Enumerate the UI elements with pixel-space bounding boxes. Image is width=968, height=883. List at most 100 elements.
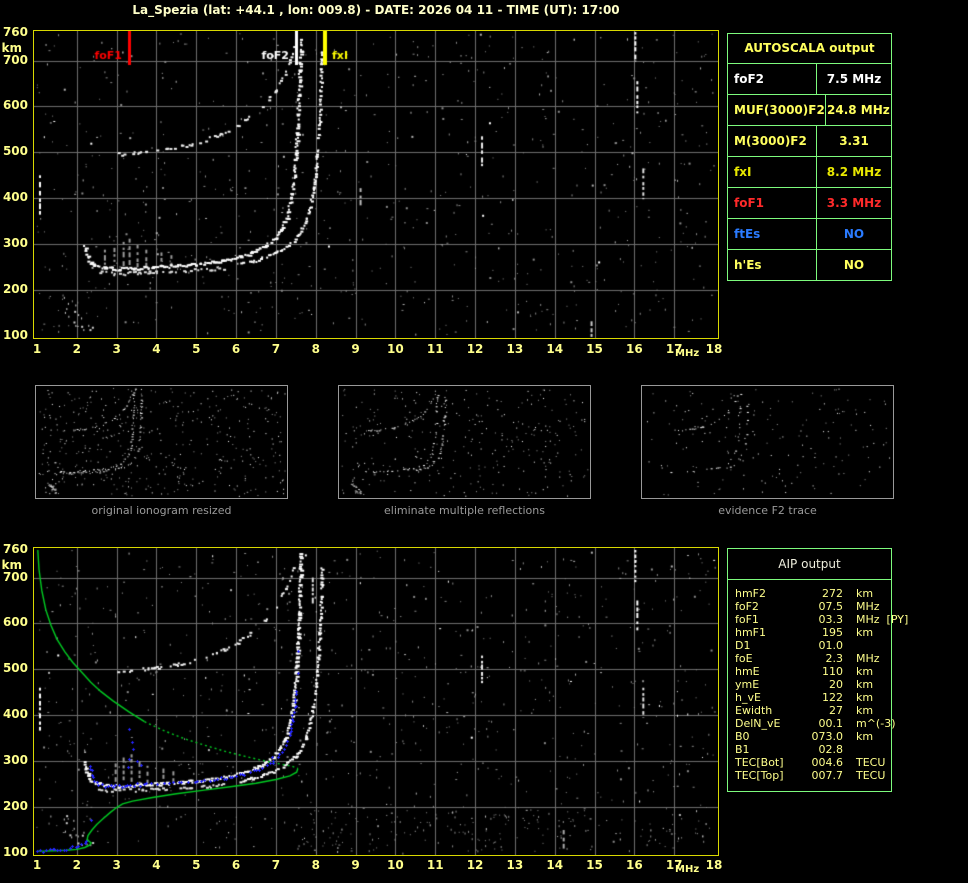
aip-param-value: 122 [822,691,843,704]
panel-evidence-f2 [641,385,894,499]
aip-param-unit: TECU [856,756,886,769]
x-tick-label: 7 [271,858,281,872]
aip-param-value: 004.6 [811,756,844,769]
panel-caption-eliminate: eliminate multiple reflections [384,504,545,517]
station-title: La_Spezia (lat: +44.1 , lon: 009.8) - DA… [132,3,620,17]
x-tick-label: 2 [72,858,81,872]
autoscala-row: MUF(3000)F2 24.8 MHz [728,95,891,126]
autoscala-param-value: 3.31 [839,134,869,148]
aip-param-label: TEC[Top] [735,769,784,782]
y-tick-label: 500 [2,661,28,676]
autoscala-row: foF2 7.5 MHz [728,64,891,95]
aip-param-value: 110 [822,665,843,678]
aip-table-title: AIP output [728,549,891,580]
y-tick-label: 100 [2,845,28,859]
bottom-plot-y-axis: 760 700 600 500 400 300 200 100 km [0,543,31,867]
y-tick-label: 200 [2,799,28,814]
x-tick-label: 5 [192,342,201,356]
aip-row: hmE 110 km [735,665,891,678]
x-tick-label: 11 [426,858,444,872]
aip-param-value: 073.0 [811,730,844,743]
aip-param-unit: km [856,665,874,678]
aip-row: ymE 20 km [735,678,891,691]
aip-param-unit: MHz [856,652,880,665]
aip-row: B0 073.0 km [735,730,891,743]
autoscala-param-label: foF1 [728,188,817,218]
y-tick-label: 300 [2,753,28,768]
autoscala-row: ftEs NO [728,219,891,250]
bottom-plot-x-axis: 1 2 3 4 5 6 7 8 9 10 11 12 13 14 15 16 17 18 MHz [33,858,723,876]
panel-evidence-canvas [642,386,893,498]
y-tick-label: 300 [2,236,28,251]
x-tick-label: 16 [625,858,643,872]
aip-row: TEC[Top] 007.7 TECU [735,769,891,782]
x-tick-label: 5 [192,858,201,872]
aip-param-label: DelN_vE [735,717,781,730]
aip-table-body: hmF2 272 km foF2 07.5 MHz foF1 03.3 MHz [PY] hmF1 1… [728,580,908,791]
aip-param-label: Ewidth [735,704,773,717]
aip-row: foF2 07.5 MHz [735,600,891,613]
x-tick-label: 6 [231,858,241,872]
autoscala-row: M(3000)F2 3.31 [728,126,891,157]
aip-param-unit: km [856,587,874,600]
autoscala-param-label: foF2 [728,64,817,94]
x-tick-label: 14 [546,858,564,872]
panel-caption-original: original ionogram resized [91,504,232,517]
aip-param-value: 195 [822,626,843,639]
aip-param-label: TEC[Bot] [735,756,784,769]
autoscala-param-value: 3.3 MHz [826,196,882,210]
autoscala-param-value: NO [843,258,865,272]
autoscaled-ionogram-plot [33,30,719,339]
aip-row: foF1 03.3 MHz [PY] [735,613,908,626]
aip-param-unit: km [856,691,874,704]
y-tick-label: 400 [2,707,28,722]
aip-param-value: 20 [829,678,843,691]
y-tick-label: 700 [2,52,28,67]
aip-row: h_vE 122 km [735,691,891,704]
y-tick-label: 600 [2,615,28,630]
x-tick-label: 9 [351,858,360,872]
aip-param-label: B0 [735,730,750,743]
x-tick-label: 4 [152,858,161,872]
aip-row: foE 2.3 MHz [735,652,891,665]
y-tick-label: 600 [2,98,28,113]
x-tick-label: 12 [466,342,484,356]
top-plot-x-axis: 1 2 3 4 5 6 7 8 9 10 11 12 13 14 15 16 17 18 MHz [33,342,723,360]
x-tick-label: 16 [625,342,643,356]
x-tick-label: 8 [311,858,320,872]
inversion-ionogram-canvas [34,548,718,855]
aip-param-value: 27 [829,704,843,717]
autoscala-row: h'Es NO [728,250,891,280]
aip-param-unit: MHz [856,600,880,613]
aip-param-label: foF2 [735,600,759,613]
x-tick-label: 12 [466,858,484,872]
x-tick-label: 18 [705,858,723,872]
aip-param-unit: m^(-3) [856,717,896,730]
inversion-ionogram-plot [33,547,719,856]
aip-row: Ewidth 27 km [735,704,891,717]
aip-param-value: 07.5 [818,600,844,613]
aip-param-label: D1 [735,639,751,652]
aip-param-label: h_vE [735,691,761,704]
aip-param-unit: MHz [856,613,880,626]
autoscala-param-value: 7.5 MHz [826,72,882,86]
aip-param-value: 01.0 [818,639,844,652]
y-tick-label: 760 [2,25,28,39]
autoscala-param-value: 8.2 MHz [826,165,882,179]
aip-row: B1 02.8 [735,743,891,756]
aip-output-table: AIP output hmF2 272 km foF2 07.5 MHz foF1 03.3 M… [727,548,908,792]
y-axis-unit: km [1,41,22,55]
aip-row: D1 01.0 [735,639,891,652]
x-tick-label: 9 [351,342,360,356]
aip-param-value: 272 [822,587,843,600]
x-tick-label: 15 [586,342,603,356]
aip-param-unit: km [856,704,874,717]
aip-param-label: foF1 [735,613,759,626]
aip-param-value: 2.3 [825,652,844,665]
y-tick-label: 200 [2,282,28,297]
panel-eliminate-reflections [338,385,591,499]
panel-original-ionogram [35,385,288,499]
autoscala-param-label: h'Es [728,250,817,280]
autoscala-param-label: M(3000)F2 [728,126,817,156]
x-tick-label: 14 [546,342,564,356]
